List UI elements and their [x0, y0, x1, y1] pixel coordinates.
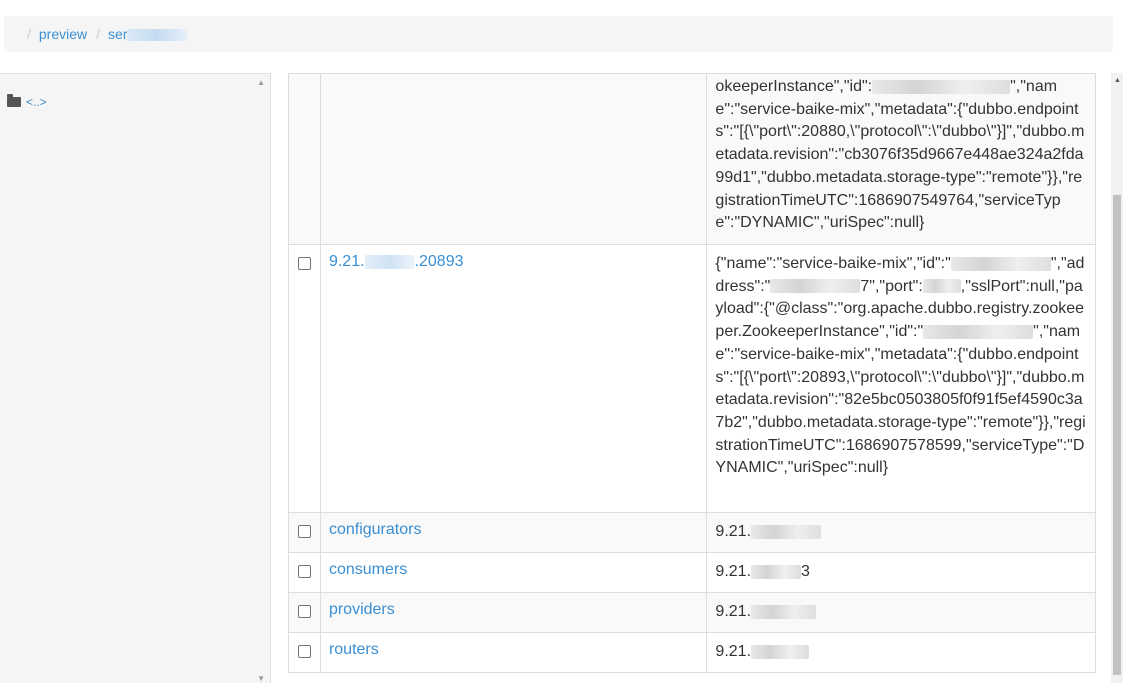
node-value-cell: 9.21.: [706, 512, 1096, 553]
scroll-up-arrow-icon[interactable]: ▲: [257, 78, 265, 87]
parent-directory-item[interactable]: <..>: [7, 94, 47, 109]
row-checkbox[interactable]: [297, 525, 311, 538]
checkbox-cell: [288, 244, 321, 513]
table-row: providers 9.21.: [288, 592, 1096, 633]
breadcrumb-current-link[interactable]: ser: [108, 26, 188, 42]
node-name-cell: [319, 73, 708, 245]
redacted-text: [872, 79, 1011, 94]
node-value-cell: 9.21.: [706, 592, 1096, 633]
row-checkbox[interactable]: [297, 605, 311, 618]
node-value-text: 9.21.: [715, 603, 752, 620]
node-link-label: 9.21.: [328, 253, 365, 270]
node-value-text: 9.21.: [715, 563, 752, 580]
table-row: consumers 9.21. 3: [288, 552, 1096, 593]
node-value-text: {"name":"service-baike-mix","id":": [715, 255, 951, 272]
checkbox-cell: [288, 632, 321, 673]
row-checkbox[interactable]: [297, 257, 311, 270]
node-link-providers[interactable]: providers: [329, 601, 395, 618]
node-value-text: 9.21.: [715, 643, 752, 660]
breadcrumb-current-label: ser: [108, 26, 128, 42]
folder-icon: [7, 94, 21, 107]
breadcrumb-separator: /: [96, 26, 101, 42]
table-row: okeeperInstance","id": ","name":"service-…: [288, 73, 1096, 245]
node-value-cell: okeeperInstance","id": ","name":"service-…: [706, 73, 1096, 245]
node-value-text: 3: [801, 563, 810, 580]
redacted-text: [751, 644, 810, 659]
redacted-text: [770, 279, 861, 294]
node-link[interactable]: 9.21. .20893: [329, 253, 464, 270]
node-link-consumers[interactable]: consumers: [329, 561, 407, 578]
node-link-routers[interactable]: routers: [329, 641, 379, 658]
row-checkbox[interactable]: [297, 565, 311, 578]
node-value-text: 9.21.: [715, 523, 752, 540]
scroll-up-arrow-icon[interactable]: ▲: [1114, 77, 1121, 84]
checkbox-cell: [288, 73, 321, 245]
breadcrumb: / preview / ser: [4, 16, 1113, 52]
node-link-configurators[interactable]: configurators: [329, 521, 422, 538]
node-value-cell: {"name":"service-baike-mix","id":" ","add…: [706, 244, 1096, 513]
node-name-cell: consumers: [319, 552, 708, 593]
node-table: okeeperInstance","id": ","name":"service-…: [288, 73, 1096, 673]
node-value-text: ","name":"service-baike-mix","metadata":…: [715, 78, 1085, 232]
redacted-text: [127, 29, 188, 42]
breadcrumb-separator: /: [27, 26, 31, 42]
table-row: 9.21. .20893 {"name":"service-baike-mix",…: [288, 244, 1096, 513]
breadcrumb-preview-link[interactable]: preview: [39, 26, 87, 42]
redacted-text: [751, 604, 817, 619]
checkbox-cell: [288, 592, 321, 633]
redacted-text: [922, 279, 961, 294]
scroll-down-arrow-icon[interactable]: ▼: [257, 674, 265, 683]
node-value-text: ","name":"service-baike-mix","metadata":…: [715, 323, 1086, 477]
node-value-text: 7","port":: [860, 277, 923, 295]
node-table-panel: okeeperInstance","id": ","name":"service-…: [288, 73, 1096, 673]
node-name-cell: 9.21. .20893: [319, 244, 708, 513]
redacted-text: [364, 254, 415, 269]
checkbox-cell: [288, 512, 321, 553]
sidebar-tree[interactable]: ▲ <..> ▼: [0, 73, 271, 683]
redacted-text: [751, 524, 822, 539]
table-row: configurators 9.21.: [288, 512, 1096, 553]
node-value-cell: 9.21.: [706, 632, 1096, 673]
redacted-text: [751, 564, 802, 579]
node-name-cell: providers: [319, 592, 708, 633]
checkbox-cell: [288, 552, 321, 593]
node-value-cell: 9.21. 3: [706, 552, 1096, 593]
scrollbar-thumb[interactable]: [1113, 195, 1121, 675]
redacted-text: [923, 324, 1034, 339]
node-link-label: .20893: [414, 253, 464, 270]
node-value-text: okeeperInstance","id":: [715, 78, 873, 95]
redacted-text: [950, 256, 1051, 271]
node-name-cell: configurators: [319, 512, 708, 553]
parent-directory-link[interactable]: <..>: [26, 95, 47, 109]
row-checkbox[interactable]: [297, 645, 311, 658]
table-row: routers 9.21.: [288, 632, 1096, 673]
page-scrollbar[interactable]: ▲: [1111, 73, 1123, 683]
node-name-cell: routers: [319, 632, 708, 673]
